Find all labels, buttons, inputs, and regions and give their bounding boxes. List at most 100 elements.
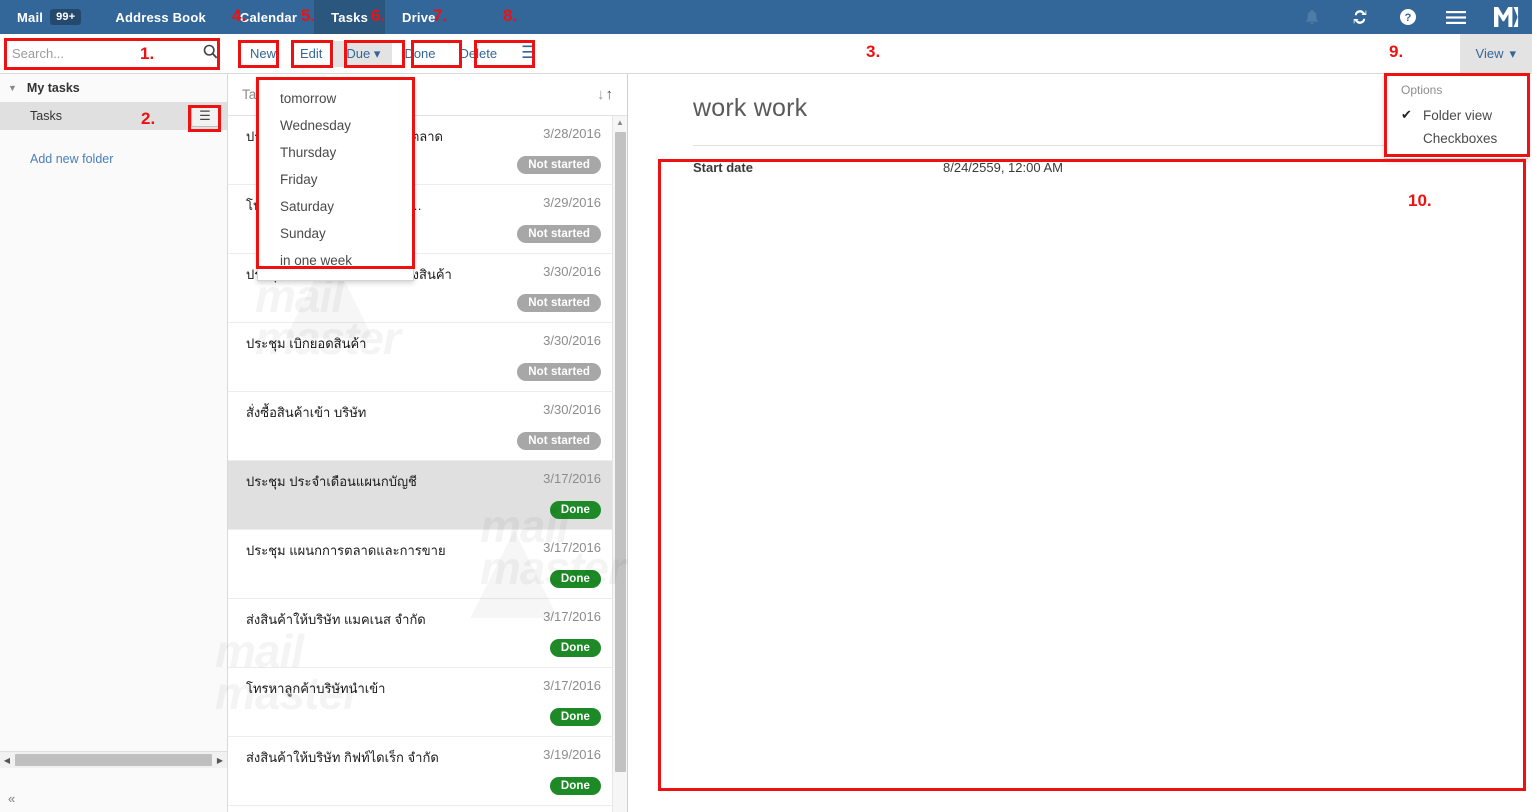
task-name: สั่งซื้อสินค้าเข้า บริษัท — [246, 405, 367, 420]
task-row[interactable]: ประชุม แผนกการตลาดและการขาย 3/17/2016 Done — [228, 530, 627, 599]
task-status-wrap: Not started — [246, 363, 601, 381]
task-row[interactable]: โทรหาลูกค้าบริษัทนำเข้า 3/17/2016 Done — [228, 668, 627, 737]
task-row[interactable]: ส่งสินค้าให้บริษัท แมคเนส จำกัด 3/17/2016… — [228, 599, 627, 668]
due-menu-item-sunday[interactable]: Sunday — [258, 220, 413, 247]
due-dropdown-menu: tomorrow Wednesday Thursday Friday Satur… — [257, 78, 414, 281]
options-item-folder-view[interactable]: ✔ Folder view — [1385, 103, 1527, 127]
task-row-top: ส่งสินค้าให้บริษัท กิฟท์ไดเร็ก จำกัด 3/19… — [246, 747, 601, 768]
task-due-date: 3/17/2016 — [543, 540, 601, 555]
start-date-value: 8/24/2559, 12:00 AM — [943, 160, 1063, 175]
task-row-top: ประชุม แผนกการตลาดและการขาย 3/17/2016 — [246, 540, 601, 561]
done-button[interactable]: Done — [392, 41, 447, 66]
search-bar — [0, 34, 228, 74]
task-due-date: 3/30/2016 — [543, 333, 601, 348]
task-row-top: ส่งสินค้าให้บริษัท แมคเนส จำกัด 3/17/2016 — [246, 609, 601, 630]
nav-tab-mail[interactable]: Mail 99+ — [0, 0, 98, 34]
collapse-sidebar-icon[interactable]: « — [8, 791, 15, 806]
task-due-date: 3/30/2016 — [543, 402, 601, 417]
task-due-date: 3/17/2016 — [543, 609, 601, 624]
task-status-wrap: Done — [246, 639, 601, 657]
task-name: ประชุม ประจำเดือนแผนกบัญชี — [246, 474, 417, 489]
search-input[interactable] — [10, 45, 203, 62]
chevron-down-icon: ▾ — [373, 45, 381, 61]
nav-tab-drive[interactable]: Drive — [385, 0, 453, 34]
due-menu-item-tomorrow[interactable]: tomorrow — [258, 85, 413, 112]
refresh-icon[interactable] — [1336, 0, 1384, 34]
task-due-date: 3/17/2016 — [543, 471, 601, 486]
add-new-folder-link[interactable]: Add new folder — [0, 152, 227, 166]
task-detail-panel: work work Start date 8/24/2559, 12:00 AM — [629, 74, 1532, 812]
task-row-top: โทรหาลูกค้าบริษัทนำเข้า 3/17/2016 — [246, 678, 601, 699]
due-menu-item-friday[interactable]: Friday — [258, 166, 413, 193]
due-dropdown-button[interactable]: Due ▾ — [334, 40, 393, 67]
task-status-wrap: Done — [246, 777, 601, 795]
delete-button[interactable]: Delete — [448, 41, 510, 66]
sidebar-item-tasks[interactable]: Tasks ☰ — [0, 102, 227, 130]
brand-logo-icon[interactable] — [1480, 0, 1532, 34]
task-due-date: 3/28/2016 — [543, 126, 601, 141]
due-menu-item-in-one-week[interactable]: in one week — [258, 247, 413, 274]
task-name: ส่งสินค้าให้บริษัท กิฟท์ไดเร็ก จำกัด — [246, 750, 439, 765]
menu-icon[interactable] — [1432, 0, 1480, 34]
task-row[interactable]: ส่งสินค้าให้บริษัท กิฟท์ไดเร็ก จำกัด 3/19… — [228, 737, 627, 806]
due-label: Due — [346, 45, 371, 61]
edit-button[interactable]: Edit — [288, 41, 334, 66]
task-row-top: สั่งซื้อสินค้าเข้า บริษัท 3/30/2016 — [246, 402, 601, 423]
sidebar-item-label: Tasks — [30, 109, 62, 123]
task-status-wrap: Done — [246, 708, 601, 726]
nav-tab-tasks[interactable]: Tasks — [314, 0, 386, 34]
due-menu-item-wednesday[interactable]: Wednesday — [258, 112, 413, 139]
sidebar-root-my-tasks[interactable]: ▼ My tasks — [0, 74, 227, 102]
task-list-scrollbar[interactable]: ▲ — [612, 116, 627, 812]
view-options-menu: Options ✔ Folder view Checkboxes — [1384, 74, 1528, 159]
chevron-down-icon: ▾ — [1509, 45, 1516, 61]
options-item-label: Folder view — [1423, 107, 1493, 123]
status-badge: Done — [549, 708, 601, 726]
status-badge: Done — [549, 777, 601, 795]
view-dropdown-button[interactable]: View ▾ — [1459, 33, 1532, 74]
options-menu-title: Options — [1401, 83, 1443, 97]
status-badge: Not started — [517, 225, 601, 243]
scroll-up-arrow-icon[interactable]: ▲ — [613, 116, 627, 127]
new-button[interactable]: New — [238, 41, 288, 66]
nav-tab-label: Tasks — [331, 9, 369, 25]
help-icon[interactable]: ? — [1384, 0, 1432, 34]
nav-tab-calendar[interactable]: Calendar — [223, 0, 314, 34]
app-root: mailmaster mailmaster mailmaster mailmas… — [0, 0, 1532, 812]
nav-tab-address-book[interactable]: Address Book — [98, 0, 223, 34]
task-name: ประชุม เบิกยอดสินค้า — [246, 336, 367, 351]
task-status-wrap: Done — [246, 501, 601, 519]
status-badge: Not started — [517, 294, 601, 312]
scrollbar-thumb[interactable] — [615, 132, 626, 772]
task-name: ส่งสินค้าให้บริษัท แมคเนส จำกัด — [246, 612, 426, 627]
scrollbar-thumb[interactable] — [15, 754, 212, 766]
task-row[interactable]: สั่งซื้อสินค้าเข้า บริษัท 3/30/2016 Not st… — [228, 392, 627, 461]
folder-menu-icon[interactable]: ☰ — [191, 105, 219, 127]
sort-ascending-icon[interactable]: ↑ — [606, 86, 614, 103]
sort-controls[interactable]: ↓ ↑ — [597, 86, 613, 103]
task-status-wrap: Not started — [246, 294, 601, 312]
sidebar-horizontal-scrollbar[interactable]: ◀ ▶ — [0, 751, 227, 768]
scroll-left-arrow-icon[interactable]: ◀ — [0, 756, 14, 765]
sort-descending-icon[interactable]: ↓ — [597, 86, 605, 103]
status-badge: Done — [549, 570, 601, 588]
task-status-wrap: Not started — [246, 432, 601, 450]
toolbar-menu-icon[interactable]: ☰ — [509, 42, 548, 65]
search-icon[interactable] — [203, 44, 218, 63]
task-row[interactable]: ประชุม เบิกยอดสินค้า 3/30/2016 Not started — [228, 323, 627, 392]
start-date-label: Start date — [693, 160, 753, 175]
due-menu-item-thursday[interactable]: Thursday — [258, 139, 413, 166]
due-menu-item-saturday[interactable]: Saturday — [258, 193, 413, 220]
task-row[interactable]: ประชุม ประจำเดือนแผนกบัญชี 3/17/2016 Done — [228, 461, 627, 530]
task-row[interactable]: ส่งสินค้าให้บริษัท ไอซอฟท์ จำกัด3/19/201… — [228, 806, 627, 812]
bell-icon[interactable] — [1288, 0, 1336, 34]
status-badge: Not started — [517, 432, 601, 450]
nav-tab-label: Address Book — [115, 9, 206, 25]
status-badge: Done — [549, 639, 601, 657]
options-item-checkboxes[interactable]: Checkboxes — [1385, 127, 1527, 150]
sidebar: ▼ My tasks Tasks ☰ Add new folder ◀ ▶ « — [0, 74, 228, 812]
sidebar-root-label: My tasks — [26, 81, 80, 95]
scroll-right-arrow-icon[interactable]: ▶ — [213, 756, 227, 765]
top-navigation: Mail 99+ Address Book Calendar Tasks Dri… — [0, 0, 1532, 34]
options-item-label: Checkboxes — [1423, 131, 1498, 146]
